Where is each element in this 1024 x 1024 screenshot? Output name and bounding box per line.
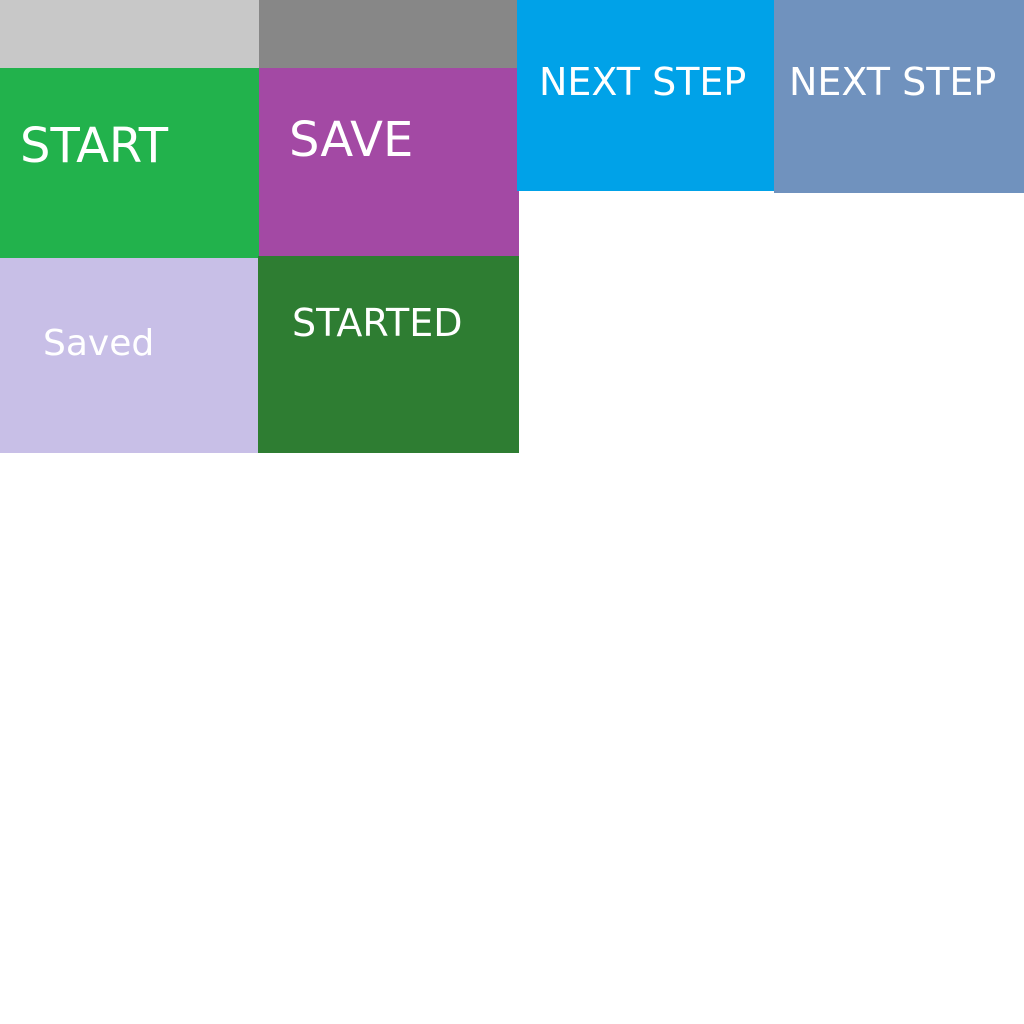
started-status-label: STARTED — [292, 301, 463, 345]
next-step-button-label: NEXT STEP — [789, 60, 997, 104]
saved-status-tile: Saved — [0, 258, 259, 453]
next-step-button-blue[interactable]: NEXT STEP — [517, 0, 774, 191]
tile-canvas: START SAVE NEXT STEP NEXT STEP Saved STA… — [0, 0, 1024, 1024]
next-step-button-steel[interactable]: NEXT STEP — [774, 0, 1024, 193]
save-button[interactable]: SAVE — [259, 68, 519, 258]
next-step-button-label: NEXT STEP — [539, 60, 747, 104]
started-status-tile: STARTED — [258, 256, 519, 453]
save-button-label: SAVE — [289, 112, 414, 168]
saved-status-label: Saved — [43, 323, 155, 364]
start-button-label: START — [20, 118, 169, 174]
blank-tile-light-gray — [0, 0, 259, 68]
start-button[interactable]: START — [0, 68, 259, 258]
blank-tile-dark-gray — [259, 0, 517, 68]
